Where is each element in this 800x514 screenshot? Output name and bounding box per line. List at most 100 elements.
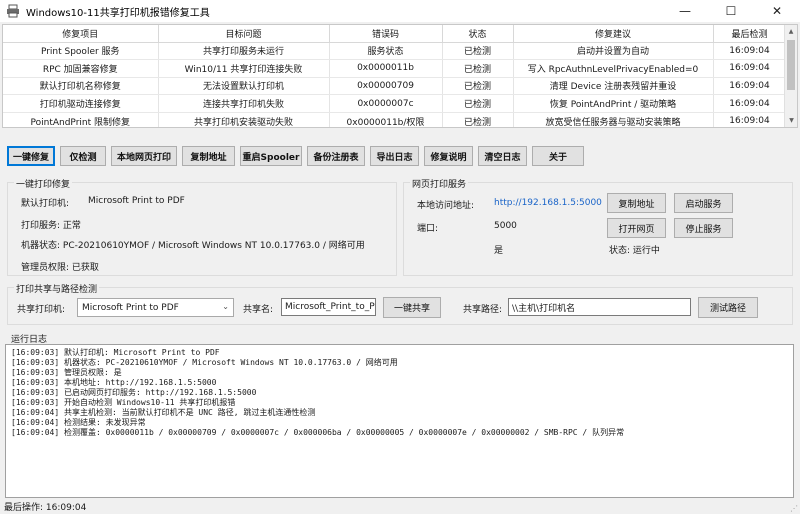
share-printer-select[interactable]: Microsoft Print to PDF ⌄: [77, 298, 234, 317]
log-line: [16:09:03] 机器状态: PC-20210610YMOF / Micro…: [11, 358, 398, 367]
table-cell: 已检测: [442, 112, 514, 127]
table-cell: 16:09:04: [713, 42, 787, 61]
yes-value: 是: [494, 246, 504, 256]
stop-service-button[interactable]: 停止服务: [674, 218, 733, 238]
copy-url-button[interactable]: 复制地址: [607, 193, 666, 213]
table-cell: Win10/11 共享打印连接失败: [158, 59, 330, 78]
table-cell: 写入 RpcAuthnLevelPrivacyEnabled=0: [513, 59, 714, 78]
grid-header-row: 修复项目 目标问题 错误码 状态 修复建议 最后检测: [3, 25, 787, 43]
scroll-down-icon[interactable]: ▼: [785, 114, 797, 127]
resize-grip-icon[interactable]: ⋰: [790, 504, 798, 513]
open-web-button[interactable]: 打开网页: [607, 218, 666, 238]
table-cell: 0x0000007c: [329, 94, 443, 113]
table-cell: 0x00000709: [329, 77, 443, 96]
start-service-button[interactable]: 启动服务: [674, 193, 733, 213]
table-cell: 启动并设置为自动: [513, 42, 714, 61]
table-cell: PointAndPrint 限制修复: [3, 112, 159, 127]
table-cell: 连接共享打印机失败: [158, 94, 330, 113]
grid-scrollbar[interactable]: ▲ ▼: [784, 25, 797, 127]
backup-registry-button[interactable]: 备份注册表: [307, 146, 365, 166]
local-web-print-button[interactable]: 本地网页打印: [111, 146, 177, 166]
chevron-down-icon[interactable]: ⌄: [222, 302, 229, 311]
column-header[interactable]: 修复建议: [513, 25, 714, 43]
table-cell: 恢复 PointAndPrint / 驱动策略: [513, 94, 714, 113]
port-label: 端口:: [417, 224, 439, 234]
table-cell: RPC 加固兼容修复: [3, 59, 159, 78]
export-log-button[interactable]: 导出日志: [370, 146, 419, 166]
log-output[interactable]: [16:09:03] 默认打印机: Microsoft Print to PDF…: [5, 344, 794, 498]
one-click-repair-button[interactable]: 一键修复: [7, 146, 55, 166]
table-cell: 共享打印机安装驱动失败: [158, 112, 330, 127]
table-cell: Print Spooler 服务: [3, 42, 159, 61]
share-printer-label: 共享打印机:: [17, 305, 66, 315]
column-header[interactable]: 错误码: [329, 25, 443, 43]
log-line: [16:09:03] 开始自动检测 Windows10-11 共享打印机报错: [11, 398, 236, 407]
status-bar: 最后操作: 16:09:04 ⋰: [0, 499, 800, 514]
detect-only-button[interactable]: 仅检测: [60, 146, 106, 166]
default-printer-label: 默认打印机:: [21, 199, 70, 209]
table-cell: 16:09:04: [713, 59, 787, 78]
service-status: 状态: 运行中: [609, 246, 660, 256]
scroll-up-icon[interactable]: ▲: [785, 25, 797, 38]
column-header[interactable]: 状态: [442, 25, 514, 43]
repair-group-legend: 一键打印修复: [14, 177, 73, 190]
table-row[interactable]: 默认打印机名称修复 无法设置默认打印机 0x00000709 已检测 清理 De…: [3, 77, 787, 96]
table-row[interactable]: Print Spooler 服务 共享打印服务未运行 服务状态 已检测 启动并设…: [3, 42, 787, 61]
table-cell: 无法设置默认打印机: [158, 77, 330, 96]
status-text: 最后操作: 16:09:04: [4, 503, 87, 513]
default-printer-value: Microsoft Print to PDF: [88, 196, 185, 206]
log-line: [16:09:03] 默认打印机: Microsoft Print to PDF: [11, 348, 220, 357]
test-path-button[interactable]: 测试路径: [698, 297, 758, 318]
table-row[interactable]: PointAndPrint 限制修复 共享打印机安装驱动失败 0x0000011…: [3, 112, 787, 127]
table-cell: 服务状态: [329, 42, 443, 61]
scroll-thumb[interactable]: [787, 40, 795, 90]
title-bar: Windows10-11共享打印机报错修复工具 — ☐ ✕: [0, 0, 800, 22]
port-value: 5000: [494, 221, 517, 231]
share-group-legend: 打印共享与路径检测: [14, 282, 100, 295]
table-cell: 16:09:04: [713, 112, 787, 127]
table-cell: 已检测: [442, 77, 514, 96]
repair-items-grid[interactable]: 修复项目 目标问题 错误码 状态 修复建议 最后检测 Print Spooler…: [2, 24, 798, 128]
table-cell: 默认打印机名称修复: [3, 77, 159, 96]
url-label: 本地访问地址:: [417, 201, 475, 211]
table-row[interactable]: RPC 加固兼容修复 Win10/11 共享打印连接失败 0x0000011b …: [3, 59, 787, 78]
table-cell: 清理 Device 注册表残留并重设: [513, 77, 714, 96]
minimize-button[interactable]: —: [662, 0, 708, 22]
one-click-share-button[interactable]: 一键共享: [383, 297, 441, 318]
share-path-label: 共享路径:: [463, 305, 503, 315]
maximize-button[interactable]: ☐: [708, 0, 754, 22]
table-cell: 放宽受信任服务器与驱动安装策略: [513, 112, 714, 127]
window-title: Windows10-11共享打印机报错修复工具: [26, 7, 210, 19]
table-cell: 已检测: [442, 94, 514, 113]
table-cell: 16:09:04: [713, 77, 787, 96]
printer-icon: [6, 4, 20, 18]
share-name-label: 共享名:: [243, 305, 274, 315]
share-printer-selected: Microsoft Print to PDF: [82, 302, 179, 313]
web-print-group-legend: 网页打印服务: [410, 177, 469, 190]
table-cell: 0x0000011b/权限: [329, 112, 443, 127]
log-line: [16:09:03] 管理员权限: 是: [11, 368, 122, 377]
log-line: [16:09:04] 检测覆盖: 0x0000011b / 0x00000709…: [11, 428, 625, 437]
about-button[interactable]: 关于: [532, 146, 584, 166]
share-name-input[interactable]: Microsoft_Print_to_PDF: [281, 298, 376, 316]
restart-spooler-button[interactable]: 重启Spooler: [240, 146, 302, 166]
admin-status: 管理员权限: 已获取: [21, 263, 99, 273]
table-cell: 已检测: [442, 59, 514, 78]
share-path-input[interactable]: \\主机\打印机名: [508, 298, 691, 316]
repair-help-button[interactable]: 修复说明: [424, 146, 473, 166]
machine-status: 机器状态: PC-20210610YMOF / Microsoft Window…: [21, 241, 365, 251]
clear-log-button[interactable]: 清空日志: [478, 146, 527, 166]
table-cell: 16:09:04: [713, 94, 787, 113]
table-cell: 已检测: [442, 42, 514, 61]
action-toolbar: 一键修复 仅检测 本地网页打印 复制地址 重启Spooler 备份注册表 导出日…: [7, 146, 584, 166]
column-header[interactable]: 修复项目: [3, 25, 159, 43]
log-line: [16:09:03] 本机地址: http://192.168.1.5:5000: [11, 378, 217, 387]
copy-address-button[interactable]: 复制地址: [182, 146, 235, 166]
table-cell: 0x0000011b: [329, 59, 443, 78]
url-link[interactable]: http://192.168.1.5:5000: [494, 198, 602, 208]
table-cell: 共享打印服务未运行: [158, 42, 330, 61]
table-row[interactable]: 打印机驱动连接修复 连接共享打印机失败 0x0000007c 已检测 恢复 Po…: [3, 94, 787, 113]
close-button[interactable]: ✕: [754, 0, 800, 22]
column-header[interactable]: 最后检测: [713, 25, 787, 43]
column-header[interactable]: 目标问题: [158, 25, 330, 43]
